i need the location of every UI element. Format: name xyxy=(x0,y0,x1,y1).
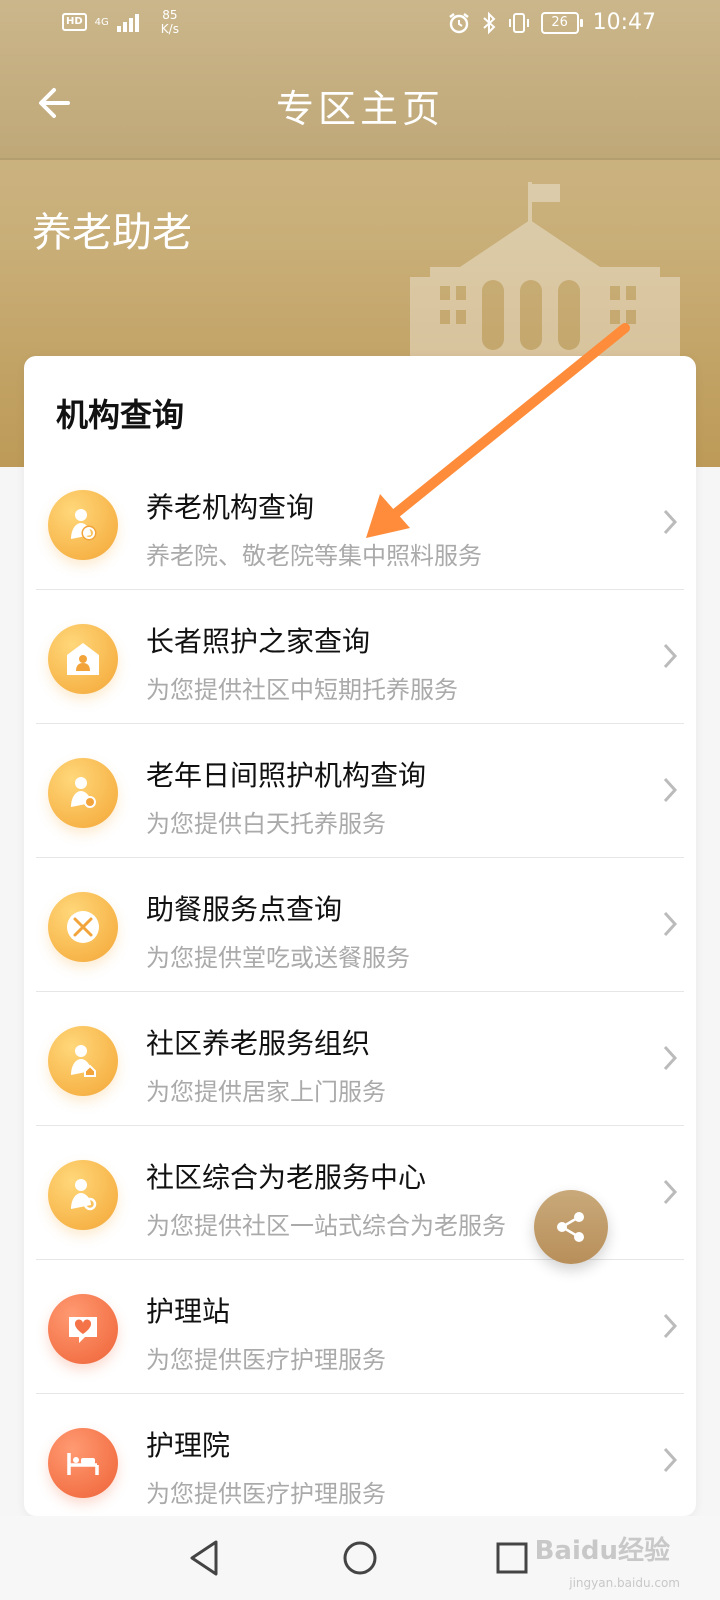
page-title: 专区主页 xyxy=(275,87,444,131)
back-triangle-icon[interactable] xyxy=(180,1532,232,1584)
chevron-right-icon xyxy=(663,1045,678,1071)
list-item-nursing-home[interactable]: 护理院 为您提供医疗护理服务 xyxy=(24,1394,696,1528)
status-right: 26 10:47 xyxy=(447,10,656,35)
clock: 10:47 xyxy=(592,10,656,35)
day-care-icon xyxy=(48,758,118,828)
recents-square-icon[interactable] xyxy=(486,1532,538,1584)
item-title: 长者照护之家查询 xyxy=(146,625,371,658)
share-icon xyxy=(557,1212,584,1242)
item-title: 社区综合为老服务中心 xyxy=(146,1161,427,1194)
item-subtitle: 为您提供医疗护理服务 xyxy=(146,1346,386,1374)
topbar-divider xyxy=(0,158,720,160)
item-subtitle: 为您提供堂吃或送餐服务 xyxy=(146,944,410,972)
speed-value: 85 xyxy=(162,8,178,22)
item-subtitle: 为您提供社区一站式综合为老服务 xyxy=(146,1212,506,1240)
list-item-elder-care-home[interactable]: 长者照护之家查询 为您提供社区中短期托养服务 xyxy=(24,590,696,724)
zone-name: 养老助老 xyxy=(32,210,192,256)
status-left: HD 4G 85 K/s xyxy=(62,8,179,36)
item-subtitle: 为您提供社区中短期托养服务 xyxy=(146,676,458,704)
bluetooth-icon xyxy=(482,11,496,34)
elder-search-icon xyxy=(48,490,118,560)
speed-unit: K/s xyxy=(160,22,179,36)
chevron-right-icon xyxy=(663,1313,678,1339)
chevron-right-icon xyxy=(663,777,678,803)
item-title: 养老机构查询 xyxy=(146,491,315,524)
home-circle-icon[interactable] xyxy=(334,1532,386,1584)
home-care-icon xyxy=(48,624,118,694)
battery-indicator: 26 xyxy=(540,11,583,34)
watermark-brand: Baidu经验 xyxy=(534,1536,670,1566)
signal-icon xyxy=(116,14,139,32)
network-type: 4G xyxy=(94,16,109,28)
item-subtitle: 为您提供白天托养服务 xyxy=(146,810,386,838)
building-illustration xyxy=(410,182,680,357)
network-speed: 85 K/s xyxy=(161,8,179,36)
chevron-right-icon xyxy=(663,1179,678,1205)
nursing-station-icon xyxy=(48,1294,118,1364)
battery-level: 26 xyxy=(540,11,579,34)
chevron-right-icon xyxy=(663,643,678,669)
vibrate-icon xyxy=(508,12,529,33)
card-title: 机构查询 xyxy=(56,396,185,434)
institution-search-card: 机构查询 养老机构查询 养老院、敬老院等集中照料服务 长者照护之家查询 为您提供… xyxy=(24,356,696,1516)
item-title: 助餐服务点查询 xyxy=(146,893,343,926)
list-item-elder-institution[interactable]: 养老机构查询 养老院、敬老院等集中照料服务 xyxy=(24,456,696,590)
item-title: 护理站 xyxy=(146,1295,231,1328)
status-bar: HD 4G 85 K/s 26 10:47 xyxy=(0,0,720,48)
chevron-right-icon xyxy=(663,911,678,937)
nursing-home-icon xyxy=(48,1428,118,1498)
hd-badge: HD xyxy=(62,13,87,31)
community-service-icon xyxy=(48,1026,118,1096)
meal-icon xyxy=(48,892,118,962)
item-title: 护理院 xyxy=(146,1429,231,1462)
watermark-url: jingyan.baidu.com xyxy=(569,1576,680,1590)
service-center-icon xyxy=(48,1160,118,1230)
chevron-right-icon xyxy=(663,509,678,535)
list-item-day-care[interactable]: 老年日间照护机构查询 为您提供白天托养服务 xyxy=(24,724,696,858)
list-item-community-service[interactable]: 社区养老服务组织 为您提供居家上门服务 xyxy=(24,992,696,1126)
item-subtitle: 养老院、敬老院等集中照料服务 xyxy=(146,542,482,570)
item-title: 老年日间照护机构查询 xyxy=(146,759,427,792)
item-subtitle: 为您提供居家上门服务 xyxy=(146,1078,386,1106)
chevron-right-icon xyxy=(663,1447,678,1473)
share-button[interactable] xyxy=(534,1190,608,1264)
item-title: 社区养老服务组织 xyxy=(146,1027,371,1060)
battery-tip xyxy=(579,18,583,27)
alarm-icon xyxy=(448,12,469,33)
list-item-nursing-station[interactable]: 护理站 为您提供医疗护理服务 xyxy=(24,1260,696,1394)
list-item-meal-service[interactable]: 助餐服务点查询 为您提供堂吃或送餐服务 xyxy=(24,858,696,992)
item-subtitle: 为您提供医疗护理服务 xyxy=(146,1480,386,1508)
